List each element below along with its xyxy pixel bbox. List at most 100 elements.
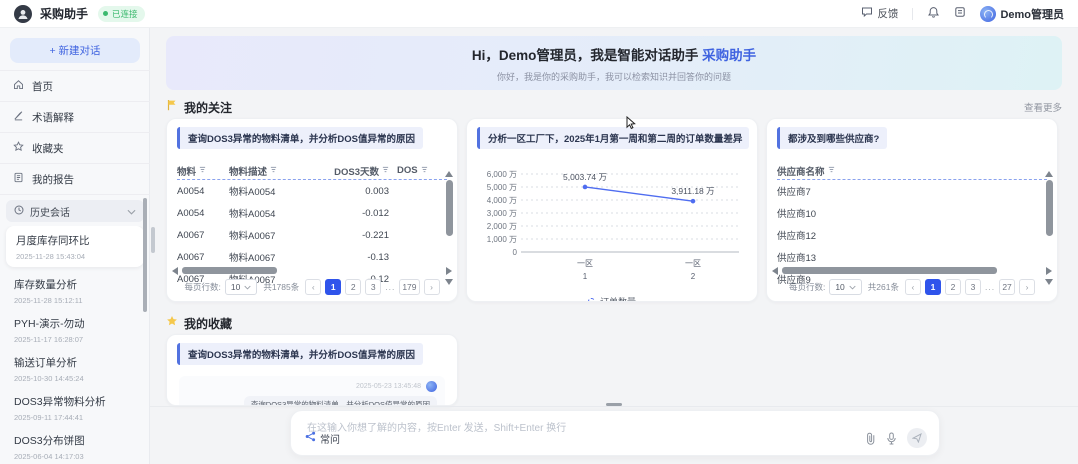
chevron-down-icon xyxy=(127,202,136,220)
history-scrollbar[interactable] xyxy=(143,198,147,312)
user-menu[interactable]: Demo管理员 xyxy=(980,6,1064,22)
scroll-left-icon[interactable] xyxy=(772,267,778,275)
history-list: 月度库存同环比2025-11-28 15:43:04 库存数量分析 2025-11-… xyxy=(0,226,150,464)
sidebar-item-reports[interactable]: 我的报告 xyxy=(0,164,150,195)
table-cell: 供应商13 xyxy=(777,250,977,264)
history-item-title: DOS3分布饼图 xyxy=(14,433,136,448)
horizontal-scrollbar[interactable] xyxy=(172,266,452,275)
sidebar-item-label: 术语解释 xyxy=(32,110,74,125)
next-page-button[interactable]: › xyxy=(424,279,440,295)
table-cell: 0.003 xyxy=(329,186,397,197)
resize-handle[interactable] xyxy=(606,403,622,406)
history-item[interactable]: 输送订单分析2025-10-30 14:45:24 xyxy=(0,349,150,388)
vertical-scroll-thumb[interactable] xyxy=(1046,180,1053,236)
order-question-chip[interactable]: 分析一区工厂下，2025年1月第一周和第二周的订单数量差异 xyxy=(477,127,749,149)
rows-per-page-select[interactable]: 10 xyxy=(829,279,861,295)
table-row[interactable]: 供应商7 xyxy=(777,180,1039,202)
column-header[interactable]: 物料描述 xyxy=(229,164,329,178)
table-row[interactable]: A0054物料A0054-0.012 xyxy=(177,202,439,224)
dos-question-chip[interactable]: 查询DOS3异常的物料清单，并分析DOS值异常的原因 xyxy=(177,127,423,149)
table-row[interactable]: A0054物料A00540.003 xyxy=(177,180,439,202)
legend-label: 订单数量 xyxy=(600,295,636,302)
page-button[interactable]: 2 xyxy=(945,279,961,295)
history-item[interactable]: DOS3分布饼图2025-06-04 14:17:03 xyxy=(0,427,150,464)
history-item-title: 月度库存同环比 xyxy=(16,233,134,248)
table-cell: 供应商10 xyxy=(777,206,977,220)
column-header[interactable]: 供应商名称 xyxy=(777,164,977,178)
feedback-button[interactable]: 反馈 xyxy=(861,6,898,21)
rows-per-page-value: 10 xyxy=(835,282,844,292)
page-button[interactable]: 1 xyxy=(925,279,941,295)
table-row[interactable]: A0067物料A0067-0.221 xyxy=(177,224,439,246)
follow-section-title: 我的关注 xyxy=(184,99,232,116)
scroll-right-icon[interactable] xyxy=(446,267,452,275)
page-button[interactable]: 3 xyxy=(965,279,981,295)
page-button[interactable]: 27 xyxy=(999,279,1015,295)
attach-button[interactable] xyxy=(865,432,876,445)
chart-legend[interactable]: 订单数量 xyxy=(467,295,757,302)
favorites-section-title: 我的收藏 xyxy=(184,315,232,332)
voice-button[interactable] xyxy=(886,432,897,445)
history-item-time: 2025-11-28 15:12:11 xyxy=(14,296,136,305)
status-badge: 已连接 xyxy=(98,6,145,22)
new-chat-button[interactable]: + 新建对话 xyxy=(10,38,140,63)
horizontal-scroll-thumb[interactable] xyxy=(782,267,997,274)
paperclip-icon xyxy=(865,432,876,445)
scroll-up-icon[interactable] xyxy=(1045,171,1053,177)
column-header[interactable]: 物料 xyxy=(177,164,229,178)
scroll-up-icon[interactable] xyxy=(445,171,453,177)
history-section-toggle[interactable]: 历史会话 xyxy=(6,200,144,222)
send-button[interactable] xyxy=(907,428,927,448)
horizontal-scroll-thumb[interactable] xyxy=(182,267,277,274)
column-header[interactable]: DOS3天数 xyxy=(329,164,397,178)
faq-button[interactable]: 常问 xyxy=(305,431,340,446)
follow-section-header: 我的关注 查看更多 xyxy=(166,100,1062,114)
rows-per-page-label: 每页行数: xyxy=(184,281,220,293)
sort-icon xyxy=(421,165,428,176)
sidebar-item-home[interactable]: 首页 xyxy=(0,71,150,102)
page-button[interactable]: 2 xyxy=(345,279,361,295)
history-item[interactable]: 库存数量分析 2025-11-28 15:12:11 xyxy=(0,271,150,310)
sidebar-item-label: 收藏夹 xyxy=(32,141,64,156)
suppliers-question-chip[interactable]: 都涉及到哪些供应商? xyxy=(777,127,887,149)
suppliers-table-card: 都涉及到哪些供应商? 供应商名称 供应商7供应商10供应商12供应商13供应商9… xyxy=(766,118,1058,302)
column-label: 物料描述 xyxy=(229,164,267,178)
sidebar-scrollbar-thumb[interactable] xyxy=(151,227,155,253)
prev-page-button[interactable]: ‹ xyxy=(305,279,321,295)
table-row[interactable]: 供应商13 xyxy=(777,246,1039,268)
history-item[interactable]: PYH-演示-勿动2025-11-17 16:28:07 xyxy=(0,310,150,349)
page-button[interactable]: 179 xyxy=(399,279,419,295)
svg-text:4,000 万: 4,000 万 xyxy=(487,196,517,205)
scroll-right-icon[interactable] xyxy=(1046,267,1052,275)
svg-text:一区: 一区 xyxy=(685,259,701,268)
user-avatar xyxy=(980,6,996,22)
vertical-scroll-thumb[interactable] xyxy=(446,180,453,236)
horizontal-scrollbar[interactable] xyxy=(772,266,1052,275)
favorite-question-chip[interactable]: 查询DOS3异常的物料清单，并分析DOS值异常的原因 xyxy=(177,343,423,365)
table-row[interactable]: 供应商12 xyxy=(777,224,1039,246)
history-item-time: 2025-09-11 17:44:41 xyxy=(14,413,136,422)
legend-marker-icon xyxy=(588,298,595,302)
history-item[interactable]: 月度库存同环比2025-11-28 15:43:04 xyxy=(6,226,144,267)
sidebar-item-favorites[interactable]: 收藏夹 xyxy=(0,133,150,164)
table-row[interactable]: A0067物料A0067-0.13 xyxy=(177,246,439,268)
history-item-title: 库存数量分析 xyxy=(14,277,136,292)
docs-button[interactable] xyxy=(954,6,966,21)
next-page-button[interactable]: › xyxy=(1019,279,1035,295)
rows-per-page-select[interactable]: 10 xyxy=(225,279,257,295)
table-row[interactable]: 供应商10 xyxy=(777,202,1039,224)
column-header[interactable]: DOS xyxy=(397,165,437,176)
dos-table-header: 物料物料描述 DOS3天数DOS xyxy=(177,162,447,180)
history-item-title: DOS3异常物料分析 xyxy=(14,394,136,409)
page-button[interactable]: 3 xyxy=(365,279,381,295)
svg-text:2,000 万: 2,000 万 xyxy=(487,222,517,231)
sidebar-item-terms[interactable]: 术语解释 xyxy=(0,102,150,133)
view-more-link[interactable]: 查看更多 xyxy=(1024,100,1062,114)
notifications-button[interactable] xyxy=(927,6,940,22)
prev-page-button[interactable]: ‹ xyxy=(905,279,921,295)
order-line-chart: 01,000 万2,000 万3,000 万4,000 万5,000 万6,00… xyxy=(467,160,757,302)
scroll-left-icon[interactable] xyxy=(172,267,178,275)
favorite-item-card: 查询DOS3异常的物料清单，并分析DOS值异常的原因 2025-05-23 13… xyxy=(166,334,458,406)
history-item[interactable]: DOS3异常物料分析 2025-09-11 17:44:41 xyxy=(0,388,150,427)
page-button[interactable]: 1 xyxy=(325,279,341,295)
